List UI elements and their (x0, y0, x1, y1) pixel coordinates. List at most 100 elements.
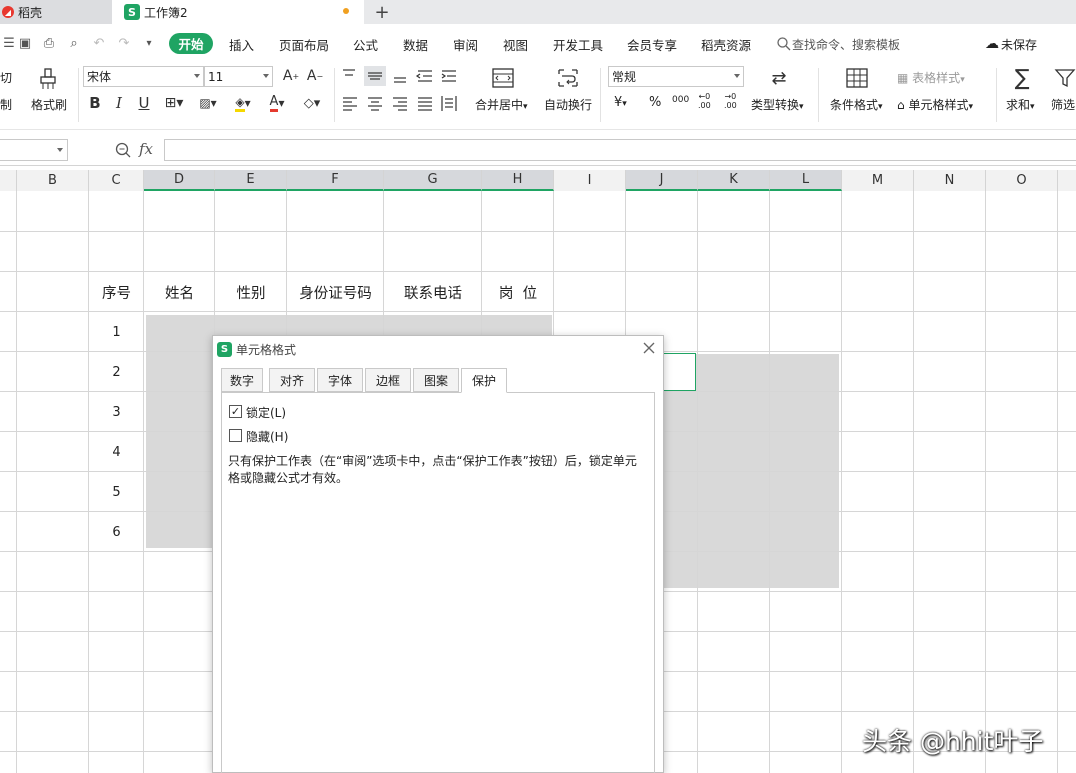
cut-button[interactable]: 切 (0, 69, 12, 86)
column-header-e[interactable]: E (215, 170, 287, 191)
new-tab-button[interactable]: + (372, 0, 392, 24)
increase-font-icon[interactable]: A + (281, 66, 301, 86)
menu-daoke-resources[interactable]: 稻壳资源 (701, 34, 751, 54)
table-header-id-number[interactable]: 身份证号码 (287, 272, 384, 312)
column-header-l[interactable]: L (770, 170, 842, 191)
column-header-k[interactable]: K (698, 170, 770, 191)
row-index-cell[interactable]: 2 (89, 352, 144, 392)
column-header-m[interactable]: M (842, 170, 914, 191)
column-header-b[interactable]: B (17, 170, 89, 191)
tab-border[interactable]: 边框 (365, 368, 411, 392)
filter-button[interactable]: 筛选 (1051, 96, 1075, 113)
print-preview-icon[interactable]: ⌕ (65, 34, 83, 52)
column-header-f[interactable]: F (287, 170, 384, 191)
thousands-separator-button[interactable]: 000 (672, 95, 689, 105)
row-index-cell[interactable]: 6 (89, 512, 144, 552)
menu-page-layout[interactable]: 页面布局 (279, 34, 329, 54)
column-header-partial[interactable] (1058, 170, 1076, 191)
fill-pattern-icon[interactable]: ▨▾ (194, 93, 222, 113)
filter-icon (1054, 66, 1076, 90)
menu-insert[interactable]: 插入 (229, 34, 254, 54)
locked-label[interactable]: 锁定(L) (246, 404, 286, 421)
tab-workbook[interactable]: S 工作簿2 (112, 0, 364, 24)
format-painter-button[interactable]: 格式刷 (31, 96, 67, 113)
tab-number[interactable]: 数字 (221, 368, 263, 392)
wrap-text-button[interactable]: 自动换行 (544, 96, 592, 113)
bold-icon[interactable]: B (86, 93, 104, 113)
currency-button[interactable]: ¥▾ (614, 95, 627, 110)
font-size-value: 11 (208, 69, 224, 84)
column-header-n[interactable]: N (914, 170, 986, 191)
column-header-c[interactable]: C (89, 170, 144, 191)
table-header-gender[interactable]: 性别 (215, 272, 287, 312)
sum-button[interactable]: 求和▾ (1006, 96, 1035, 113)
column-header-d[interactable]: D (144, 170, 215, 191)
dialog-title-bar[interactable]: S 单元格格式 (213, 336, 663, 362)
function-wizard-icon[interactable]: fx (139, 140, 153, 158)
zoom-formula-icon[interactable] (114, 141, 132, 159)
table-style-button[interactable]: ▦ 表格样式▾ (897, 69, 965, 86)
quick-access-dropdown-icon[interactable]: ▾ (140, 34, 158, 52)
merge-center-button[interactable]: 合并居中▾ (475, 96, 528, 113)
row-index-cell[interactable]: 3 (89, 392, 144, 432)
tab-daoke[interactable]: ◢ 稻壳 (0, 0, 112, 24)
save-icon[interactable]: ▣ (16, 34, 34, 52)
conditional-format-button[interactable]: 条件格式▾ (830, 96, 883, 113)
formula-input[interactable] (164, 139, 1076, 161)
convert-type-button[interactable]: 类型转换▾ (751, 96, 804, 113)
print-icon[interactable]: ⎙ (40, 34, 58, 52)
row-index-cell[interactable]: 5 (89, 472, 144, 512)
column-header-j[interactable]: J (626, 170, 698, 191)
menu-membership[interactable]: 会员专享 (627, 34, 677, 54)
locked-checkbox[interactable]: ✓ (229, 405, 242, 418)
name-box[interactable] (0, 139, 68, 161)
wrap-text-icon (555, 66, 581, 90)
copy-button[interactable]: 制 (0, 96, 12, 113)
horizontal-align-icons[interactable] (340, 93, 460, 113)
command-search-input[interactable]: 查找命令、搜索模板 (792, 34, 900, 54)
menu-formulas[interactable]: 公式 (353, 34, 378, 54)
table-header-index[interactable]: 序号 (89, 272, 144, 312)
row-index-cell[interactable]: 1 (89, 312, 144, 352)
font-size-select[interactable]: 11 (204, 66, 273, 87)
increase-decimal-button[interactable]: ←0.00 (698, 92, 711, 110)
column-header-h[interactable]: H (482, 170, 554, 191)
menu-data[interactable]: 数据 (403, 34, 428, 54)
column-header-g[interactable]: G (384, 170, 482, 191)
menu-review[interactable]: 审阅 (453, 34, 478, 54)
decrease-decimal-button[interactable]: →0.00 (724, 92, 737, 110)
sum-icon: ∑ (1014, 65, 1030, 91)
fill-color-icon[interactable]: ◈ ▾ (229, 93, 257, 113)
font-family-select[interactable]: 宋体 (83, 66, 204, 87)
table-header-phone[interactable]: 联系电话 (384, 272, 482, 312)
close-icon[interactable] (641, 340, 657, 356)
menu-start[interactable]: 开始 (169, 33, 213, 54)
cloud-save-status[interactable]: ☁ 未保存 (985, 34, 1037, 54)
redo-icon[interactable]: ↷ (115, 34, 133, 52)
border-icon[interactable]: ⊞▾ (160, 93, 188, 113)
underline-icon[interactable]: U (135, 93, 153, 113)
tab-pattern[interactable]: 图案 (413, 368, 459, 392)
row-index-cell[interactable]: 4 (89, 432, 144, 472)
column-header-o[interactable]: O (986, 170, 1058, 191)
font-color-icon[interactable]: A ▾ (263, 93, 291, 113)
vertical-align-icons[interactable] (340, 66, 460, 86)
cell-style-button[interactable]: ⌂ 单元格样式▾ (897, 96, 973, 113)
tab-alignment[interactable]: 对齐 (269, 368, 315, 392)
column-header-partial[interactable] (0, 170, 17, 191)
undo-icon[interactable]: ↶ (90, 34, 108, 52)
menu-view[interactable]: 视图 (503, 34, 528, 54)
percent-button[interactable]: % (649, 95, 661, 110)
table-header-name[interactable]: 姓名 (144, 272, 215, 312)
italic-icon[interactable]: I (110, 93, 128, 113)
number-format-select[interactable]: 常规 (608, 66, 744, 87)
clear-icon[interactable]: ◇▾ (298, 93, 326, 113)
tab-protection[interactable]: 保护 (461, 368, 507, 393)
tab-font[interactable]: 字体 (317, 368, 363, 392)
menu-developer[interactable]: 开发工具 (553, 34, 603, 54)
hidden-label[interactable]: 隐藏(H) (246, 428, 288, 445)
table-header-position[interactable]: 岗 位 (482, 272, 554, 312)
column-header-i[interactable]: I (554, 170, 626, 191)
decrease-font-icon[interactable]: A − (305, 66, 325, 86)
hidden-checkbox[interactable] (229, 429, 242, 442)
